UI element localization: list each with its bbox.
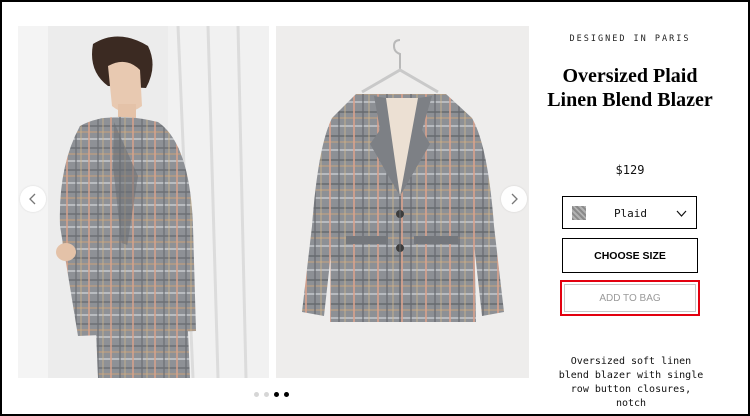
add-to-bag-button[interactable]: ADD TO BAG: [560, 280, 700, 316]
product-page: DESIGNED IN PARIS Oversized Plaid Linen …: [0, 0, 750, 416]
gallery-dot[interactable]: [254, 392, 259, 397]
next-image-button[interactable]: [501, 186, 527, 212]
add-to-bag-label: ADD TO BAG: [564, 284, 696, 312]
product-price: $129: [615, 163, 645, 177]
designed-in-label: DESIGNED IN PARIS: [569, 34, 691, 44]
model-photo[interactable]: [18, 26, 269, 378]
color-select[interactable]: Plaid: [562, 196, 697, 229]
hanger-photo[interactable]: [276, 26, 529, 378]
product-title: Oversized Plaid Linen Blend Blazer: [547, 65, 713, 111]
choose-size-button[interactable]: CHOOSE SIZE: [562, 238, 698, 273]
chevron-right-icon: [511, 193, 518, 205]
product-description: Oversized soft linen blend blazer with s…: [558, 356, 704, 409]
chevron-down-icon: [676, 210, 687, 217]
gallery-dot-active[interactable]: [274, 392, 279, 397]
gallery-dot-active[interactable]: [284, 392, 289, 397]
gallery-pagination: [254, 392, 289, 397]
chevron-left-icon: [29, 193, 36, 205]
gallery-dot[interactable]: [264, 392, 269, 397]
previous-image-button[interactable]: [20, 186, 46, 212]
